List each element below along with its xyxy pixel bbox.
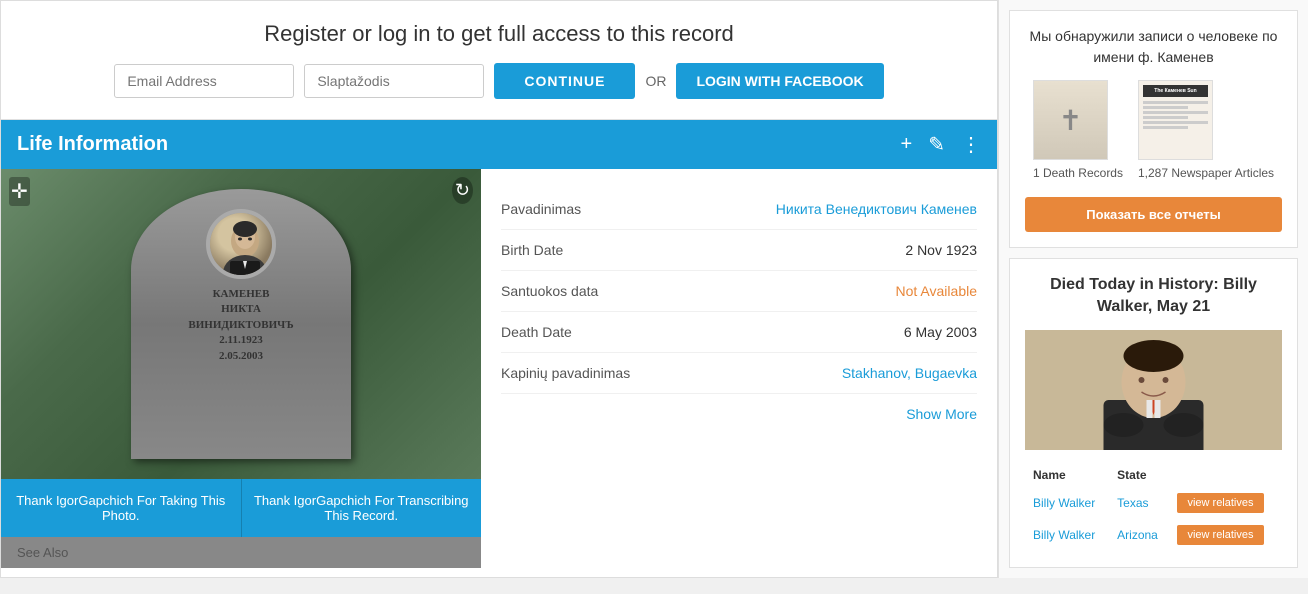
death-count: 1 Death Records <box>1033 166 1123 182</box>
gravestone-portrait <box>206 209 276 279</box>
died-today-image <box>1025 330 1282 450</box>
show-more-button[interactable]: Show More <box>501 394 977 434</box>
col-name-header: Name <box>1027 464 1109 486</box>
or-text: OR <box>645 73 666 89</box>
info-row-santuokos: Santuokos data Not Available <box>501 271 977 312</box>
newspaper-header-bar: The Каменев Sun <box>1143 85 1208 97</box>
move-icon[interactable]: ✛ <box>9 177 30 206</box>
newspaper-line-5 <box>1143 121 1208 124</box>
view-relatives-button[interactable]: view relatives <box>1177 525 1263 545</box>
info-row-deathdate: Death Date 6 May 2003 <box>501 312 977 353</box>
relatives-table: Name State Billy Walker Texas view relat… <box>1025 462 1282 552</box>
died-today-title: Died Today in History: Billy Walker, May… <box>1025 274 1282 319</box>
newspaper-records-item[interactable]: The Каменев Sun 1,2 <box>1138 80 1274 182</box>
info-row-pavadinimas: Pavadinimas Никита Венедиктович Каменев <box>501 189 977 230</box>
row-action[interactable]: view relatives <box>1171 520 1280 550</box>
newspaper-thumbnail: The Каменев Sun <box>1138 80 1213 160</box>
see-also: See Also <box>1 537 481 568</box>
header-actions: + ✎ ⋮ <box>901 132 981 157</box>
records-panel: Мы обнаружили записи о человеке по имени… <box>1009 10 1298 248</box>
newspaper-line-4 <box>1143 116 1189 119</box>
row-action[interactable]: view relatives <box>1171 488 1280 518</box>
facebook-login-button[interactable]: LOGIN WITH FACEBOOK <box>676 63 883 99</box>
register-banner: Register or log in to get full access to… <box>1 1 997 120</box>
continue-button[interactable]: CONTINUE <box>494 63 635 99</box>
newspaper-header-text: The Каменев Sun <box>1154 88 1196 94</box>
more-icon[interactable]: ⋮ <box>961 132 981 157</box>
thank-photo-button[interactable]: Thank IgorGapchich For Taking This Photo… <box>1 479 242 537</box>
col-state-header: State <box>1111 464 1169 486</box>
record-content: КАМЕНЕВНИКТАВИНИДИКТОВИЧЪ2.11.19232.05.2… <box>1 169 997 568</box>
newspaper-line-3 <box>1143 111 1208 114</box>
life-info-header: Life Information + ✎ ⋮ <box>1 120 997 169</box>
records-panel-title: Мы обнаружили записи о человеке по имени… <box>1025 26 1282 68</box>
newspaper-count: 1,287 Newspaper Articles <box>1138 166 1274 182</box>
value-kapinių[interactable]: Stakhanov, Bugaevka <box>842 365 977 381</box>
row-state[interactable]: Arizona <box>1111 520 1169 550</box>
col-action-header <box>1171 464 1280 486</box>
thank-you-bars: Thank IgorGapchich For Taking This Photo… <box>1 479 481 537</box>
newspaper-line-1 <box>1143 101 1208 104</box>
grave-photo-inner: КАМЕНЕВНИКТАВИНИДИКТОВИЧЪ2.11.19232.05.2… <box>1 169 481 479</box>
email-field[interactable] <box>114 64 294 98</box>
gravestone-text: КАМЕНЕВНИКТАВИНИДИКТОВИЧЪ2.11.19232.05.2… <box>188 287 293 364</box>
label-birthdate: Birth Date <box>501 242 563 258</box>
label-deathdate: Death Date <box>501 324 572 340</box>
show-reports-button[interactable]: Показать все отчеты <box>1025 197 1282 232</box>
label-santuokos: Santuokos data <box>501 283 598 299</box>
label-pavadinimas: Pavadinimas <box>501 201 581 217</box>
view-relatives-button[interactable]: view relatives <box>1177 493 1263 513</box>
register-form: CONTINUE OR LOGIN WITH FACEBOOK <box>21 63 977 99</box>
info-section: Pavadinimas Никита Венедиктович Каменев … <box>481 169 997 568</box>
death-thumbnail: ✝ <box>1033 80 1108 160</box>
death-records-item[interactable]: ✝ 1 Death Records <box>1033 80 1123 182</box>
thank-transcribe-button[interactable]: Thank IgorGapchich For Transcribing This… <box>242 479 482 537</box>
password-field[interactable] <box>304 64 484 98</box>
newspaper-line-6 <box>1143 126 1189 129</box>
sidebar: Мы обнаружили записи о человеке по имени… <box>998 0 1308 578</box>
row-state[interactable]: Texas <box>1111 488 1169 518</box>
death-thumb-inner: ✝ <box>1034 81 1107 159</box>
portrait-image <box>210 213 272 275</box>
newspaper-line-2 <box>1143 106 1189 109</box>
row-name[interactable]: Billy Walker <box>1027 488 1109 518</box>
table-row: Billy Walker Arizona view relatives <box>1027 520 1280 550</box>
register-title: Register or log in to get full access to… <box>21 21 977 47</box>
add-icon[interactable]: + <box>901 133 913 156</box>
records-grid: ✝ 1 Death Records The Каменев Sun <box>1025 80 1282 182</box>
row-name[interactable]: Billy Walker <box>1027 520 1109 550</box>
label-kapinių: Kapinių pavadinimas <box>501 365 630 381</box>
gravestone: КАМЕНЕВНИКТАВИНИДИКТОВИЧЪ2.11.19232.05.2… <box>131 189 351 459</box>
info-row-birthdate: Birth Date 2 Nov 1923 <box>501 230 977 271</box>
newspaper-lines <box>1143 101 1208 129</box>
value-birthdate: 2 Nov 1923 <box>905 242 977 258</box>
value-deathdate: 6 May 2003 <box>904 324 977 340</box>
life-info-title: Life Information <box>17 133 168 156</box>
value-santuokos: Not Available <box>896 283 977 299</box>
info-row-kapinių: Kapinių pavadinimas Stakhanov, Bugaevka <box>501 353 977 394</box>
grave-photo: КАМЕНЕВНИКТАВИНИДИКТОВИЧЪ2.11.19232.05.2… <box>1 169 481 479</box>
table-row: Billy Walker Texas view relatives <box>1027 488 1280 518</box>
edit-icon[interactable]: ✎ <box>928 132 945 157</box>
table-header-row: Name State <box>1027 464 1280 486</box>
cross-icon: ✝ <box>1059 104 1082 137</box>
refresh-icon[interactable]: ↻ <box>452 177 473 204</box>
newspaper-thumb-inner: The Каменев Sun <box>1139 81 1212 159</box>
died-today-panel: Died Today in History: Billy Walker, May… <box>1009 258 1298 569</box>
photo-section: КАМЕНЕВНИКТАВИНИДИКТОВИЧЪ2.11.19232.05.2… <box>1 169 481 568</box>
see-also-label: See Also <box>17 545 68 560</box>
value-pavadinimas: Никита Венедиктович Каменев <box>776 201 977 217</box>
